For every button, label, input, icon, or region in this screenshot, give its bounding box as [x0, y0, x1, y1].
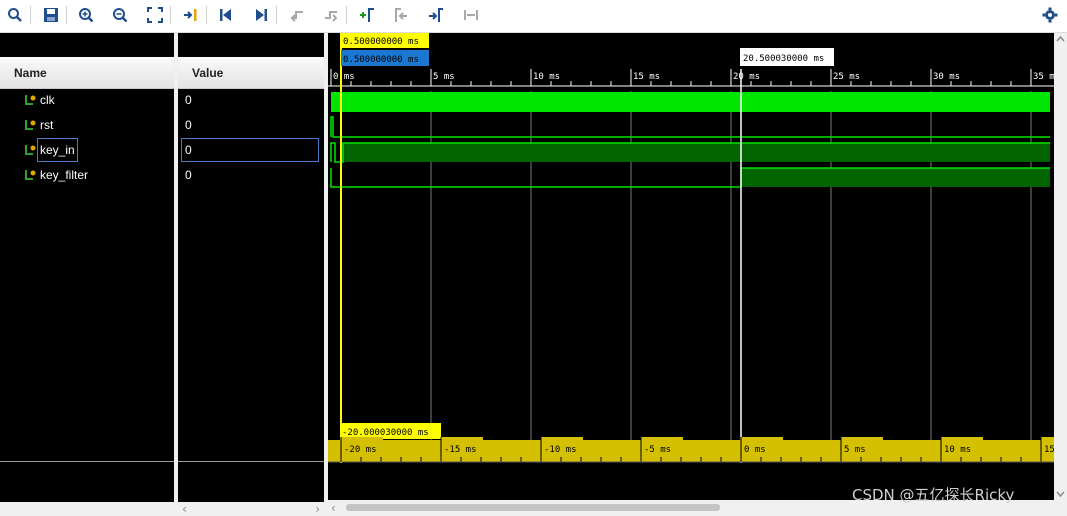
name-pane-scrollbar[interactable]: [0, 502, 174, 516]
signal-name: key_in: [37, 138, 78, 162]
signal-name-pane: Name clk rst key_in key_filter: [0, 33, 174, 516]
signal-value: 0: [185, 93, 192, 107]
relative-ruler-major-mark: [841, 437, 883, 440]
zoom-fit-icon[interactable]: [144, 4, 166, 26]
signal-value: 0: [185, 118, 192, 132]
go-to-last-time-icon[interactable]: [250, 4, 272, 26]
search-icon[interactable]: [4, 4, 26, 26]
marker-time-label: 20.500030000 ms: [743, 54, 824, 64]
zoom-out-icon[interactable]: [109, 4, 131, 26]
waveform-key-in-fill: [343, 143, 1050, 162]
signal-name: clk: [40, 93, 55, 107]
previous-marker-icon[interactable]: [390, 4, 412, 26]
go-to-cursor-icon[interactable]: [180, 4, 202, 26]
ruler-tick-label: 5 ms: [433, 72, 455, 82]
swap-cursors-icon[interactable]: [460, 4, 482, 26]
signal-icon: [25, 95, 36, 105]
zoom-in-icon[interactable]: [75, 4, 97, 26]
value-row-clk[interactable]: 0: [178, 89, 324, 111]
relative-ruler-major-mark: [641, 437, 683, 440]
relative-ruler-tick-label: -5 ms: [644, 445, 671, 455]
cursor-time-label: 0.500000000 ms: [343, 37, 419, 47]
value-pane-scrollbar[interactable]: ‹ ›: [178, 502, 324, 516]
scrollbar-thumb[interactable]: [346, 504, 720, 511]
ruler-tick-label: 0 ms: [333, 72, 355, 82]
relative-ruler-tick-label: 15 ms: [1044, 445, 1054, 455]
scroll-left-icon[interactable]: ‹: [182, 502, 187, 516]
relative-ruler-major-mark: [741, 437, 783, 440]
value-column-header[interactable]: Value: [178, 57, 324, 89]
next-transition-icon[interactable]: [320, 4, 342, 26]
relative-ruler-major-mark: [941, 437, 983, 440]
signal-icon: [25, 170, 36, 180]
save-icon[interactable]: [40, 4, 62, 26]
name-column-header[interactable]: Name: [0, 57, 174, 89]
relative-ruler-tick-label: 10 ms: [944, 445, 971, 455]
signal-row-clk[interactable]: clk: [0, 89, 174, 111]
signal-row-rst[interactable]: rst: [0, 114, 174, 136]
watermark: CSDN @五亿探长Ricky: [852, 486, 1015, 504]
signal-value: 0: [185, 143, 192, 157]
ruler-tick-label: 25 ms: [833, 72, 860, 82]
settings-gear-icon[interactable]: [1039, 4, 1061, 26]
signal-value-pane: Value 0 0 0 0 ‹ ›: [178, 33, 324, 516]
signal-name: rst: [40, 118, 54, 132]
signal-row-key-in[interactable]: key_in: [0, 138, 174, 162]
waveform-clk: [331, 92, 1050, 112]
waveform-rst: [330, 116, 1050, 138]
ruler-tick-label: 30 ms: [933, 72, 960, 82]
ruler-tick-label: 35 ms: [1033, 72, 1054, 82]
signal-icon: [25, 145, 36, 155]
signal-name: key_filter: [40, 168, 89, 182]
waveform-key-filter-fill: [741, 168, 1050, 187]
relative-ruler-tick-label: 0 ms: [744, 445, 766, 455]
waveform-pane[interactable]: 0 ms 5 ms 10 ms 15 ms 20 ms 25 ms 30 ms 35 ms 20…: [328, 33, 1054, 500]
relative-ruler-major-mark: [1041, 437, 1054, 440]
pane-divider: [0, 461, 174, 462]
relative-ruler-tick-label: -20 ms: [344, 445, 377, 455]
next-marker-icon[interactable]: [425, 4, 447, 26]
toolbar: [0, 0, 1067, 33]
signal-row-key-filter[interactable]: key_filter: [0, 164, 174, 186]
delta-time-label: -20.000030000 ms: [342, 428, 429, 438]
previous-transition-icon[interactable]: [286, 4, 308, 26]
ruler-tick-label: 15 ms: [633, 72, 660, 82]
ruler-tick-label: 10 ms: [533, 72, 560, 82]
ruler-tick-label: 20 ms: [733, 72, 760, 82]
relative-ruler-major-mark: [441, 437, 483, 440]
scroll-left-icon[interactable]: ‹: [331, 501, 336, 515]
value-row-key-filter[interactable]: 0: [178, 164, 324, 186]
pane-divider: [178, 461, 324, 462]
add-marker-icon[interactable]: [356, 4, 378, 26]
relative-ruler-major-mark: [541, 437, 583, 440]
value-row-rst[interactable]: 0: [178, 114, 324, 136]
waveform-vertical-scrollbar[interactable]: [1054, 33, 1067, 500]
relative-ruler-major-mark: [341, 437, 383, 440]
relative-ruler-tick-label: 5 ms: [844, 445, 866, 455]
value-row-key-in[interactable]: 0: [181, 138, 319, 162]
scroll-right-icon[interactable]: ›: [315, 502, 320, 516]
relative-ruler-tick-label: -15 ms: [444, 445, 477, 455]
relative-ruler-tick-label: -10 ms: [544, 445, 577, 455]
go-to-time-zero-icon[interactable]: [215, 4, 237, 26]
signal-icon: [25, 120, 36, 130]
signal-value: 0: [185, 168, 192, 182]
cursor-time-label-2: 0.500000000 ms: [343, 55, 419, 65]
